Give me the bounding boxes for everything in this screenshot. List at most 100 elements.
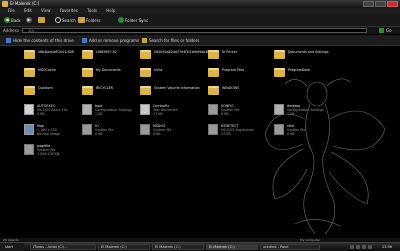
list-item[interactable]: RECYCLER xyxy=(82,86,113,95)
folder-icon xyxy=(274,50,285,59)
task-hide-label: Hide the contents of this drive xyxy=(13,38,74,43)
back-button[interactable]: ◀ Back xyxy=(4,17,21,23)
item-name: RECYCLER xyxy=(96,86,113,90)
item-size: 0 KB xyxy=(153,132,161,136)
list-item[interactable]: nVlia xyxy=(140,68,162,77)
taskbar-button[interactable]: El Malerek (C:) xyxy=(152,244,204,250)
forward-button[interactable]: ▶ xyxy=(26,17,32,23)
taskbar-button[interactable]: El Malerek (C:) xyxy=(98,244,150,250)
close-button[interactable] xyxy=(387,1,398,7)
wallpaper-fairy-illustration xyxy=(264,78,386,235)
item-text: CONFIG System file 0 KB xyxy=(221,104,239,116)
folders-label: Folders xyxy=(86,17,101,23)
item-name: 2d2b50a82dd77e4f1f1b9ef9aa4b5f xyxy=(154,50,213,54)
up-button[interactable] xyxy=(38,17,45,23)
system-file-icon xyxy=(140,124,150,135)
list-item[interactable]: Kl Printer xyxy=(208,50,237,59)
list-item[interactable]: MSDOS System file 0 KB xyxy=(140,124,171,136)
list-item[interactable]: ComboFix Text Document 17 KB xyxy=(140,104,178,116)
tray-icon[interactable] xyxy=(350,245,354,249)
menu-favorites[interactable]: Favorites xyxy=(60,8,78,13)
item-size: 1.006.208 KB xyxy=(37,152,60,156)
item-name: c0f63897.82 xyxy=(96,50,117,54)
menu-help[interactable]: Help xyxy=(106,8,115,13)
maximize-button[interactable] xyxy=(375,1,386,7)
back-label: Back xyxy=(11,17,21,23)
tray-icon[interactable] xyxy=(362,245,366,249)
list-item[interactable]: WINDOWS xyxy=(208,86,239,95)
search-button[interactable]: Search xyxy=(55,17,76,23)
programs-icon xyxy=(82,38,87,43)
task-add-remove-programs[interactable]: Add or remove programs xyxy=(82,38,139,43)
menu-view[interactable]: View xyxy=(41,8,51,13)
list-item[interactable]: Map 1.160 x 550 Bitmap Image xyxy=(24,124,60,136)
folders-button[interactable]: Folders xyxy=(78,17,100,23)
folder-icon xyxy=(24,86,35,95)
taskbar-button[interactable]: untitled - Paint xyxy=(260,244,320,250)
system-file-icon xyxy=(208,124,218,135)
list-item[interactable]: Program Files xyxy=(208,68,244,77)
item-name: x8b4Jow4eP1n01.808 xyxy=(38,50,74,54)
volume-icon[interactable] xyxy=(368,245,372,249)
task-search-files[interactable]: Search for files or folders xyxy=(142,38,199,43)
list-item[interactable]: boot Configuration Settings 1 KB xyxy=(82,104,132,116)
item-text: AUTOEXEC MS-DOS Batch File 0 KB xyxy=(37,104,67,116)
list-item[interactable]: 2d2b50a82dd77e4f1f1b9ef9aa4b5f xyxy=(140,50,213,59)
text-document-icon xyxy=(140,104,150,115)
list-item[interactable]: My Documents xyxy=(82,68,121,77)
go-button[interactable]: Go xyxy=(386,28,392,33)
taskbar-button[interactable]: iTunes - Artist (C:)... xyxy=(30,244,96,250)
list-item[interactable]: pagefile System file 1.006.208 KB xyxy=(24,144,59,156)
list-item[interactable]: NTDETECT MS-DOS Application 47 KB xyxy=(208,124,254,136)
list-item[interactable]: IO System file 0 KB xyxy=(82,124,113,136)
item-name: Documents and Settings xyxy=(288,50,329,54)
settings-file-icon xyxy=(82,104,92,115)
list-item[interactable]: Documents and Settings xyxy=(274,50,329,59)
list-item[interactable]: ProgramData xyxy=(274,68,310,77)
tray-icon[interactable] xyxy=(356,245,360,249)
toolbar: ◀ Back ▶ Search Folders Folder Sync xyxy=(0,14,400,27)
folder-icon xyxy=(208,68,219,77)
folder-icon xyxy=(140,68,151,77)
list-item[interactable]: MSOCache xyxy=(24,68,56,77)
minimize-button[interactable] xyxy=(363,1,374,7)
folders-icon xyxy=(78,17,85,23)
folder-icon xyxy=(140,86,151,95)
item-size: 17 KB xyxy=(153,112,163,116)
item-name: System Volume Information xyxy=(154,86,200,90)
back-arrow-icon: ◀ xyxy=(4,17,10,23)
folder-sync-label: Folder Sync xyxy=(125,17,149,23)
item-name: My Documents xyxy=(96,68,121,72)
system-file-icon xyxy=(208,104,218,115)
list-item[interactable]: Qualcom xyxy=(24,86,53,95)
up-folder-icon xyxy=(38,17,45,23)
list-item[interactable]: ntldr System file 0 KB xyxy=(274,124,305,136)
settings-file-icon xyxy=(274,104,284,115)
list-item[interactable]: desktop Configuration Settings 1 KB xyxy=(274,104,324,116)
system-file-icon xyxy=(82,124,92,135)
item-text: boot Configuration Settings 1 KB xyxy=(95,104,132,116)
list-item[interactable]: AUTOEXEC MS-DOS Batch File 0 KB xyxy=(24,104,67,116)
drive-icon xyxy=(2,1,8,7)
search-files-icon xyxy=(142,38,147,43)
item-size: 1 KB xyxy=(95,112,103,116)
taskbar-button[interactable]: El Malerek (C:) xyxy=(206,244,258,250)
list-item[interactable]: System Volume Information xyxy=(140,86,200,95)
go-icon[interactable] xyxy=(379,28,384,33)
list-item[interactable]: CONFIG System file 0 KB xyxy=(208,104,239,116)
list-item[interactable]: x8b4Jow4eP1n01.808 xyxy=(24,50,74,59)
folder-sync-button[interactable]: Folder Sync xyxy=(118,17,148,23)
sync-icon xyxy=(118,17,124,23)
address-input[interactable]: C:\ xyxy=(22,28,367,33)
window-controls xyxy=(363,1,398,7)
folder-icon xyxy=(274,68,285,77)
list-item[interactable]: c0f63897.82 xyxy=(82,50,117,59)
menu-tools[interactable]: Tools xyxy=(87,8,97,13)
menu-edit[interactable]: Edit xyxy=(24,8,32,13)
folder-icon xyxy=(24,68,35,77)
menu-file[interactable]: File xyxy=(8,8,15,13)
task-hide-contents[interactable]: Hide the contents of this drive xyxy=(6,38,74,43)
hide-icon xyxy=(6,38,11,43)
folder-icon xyxy=(208,50,219,59)
item-size: 0 KB xyxy=(287,132,295,136)
